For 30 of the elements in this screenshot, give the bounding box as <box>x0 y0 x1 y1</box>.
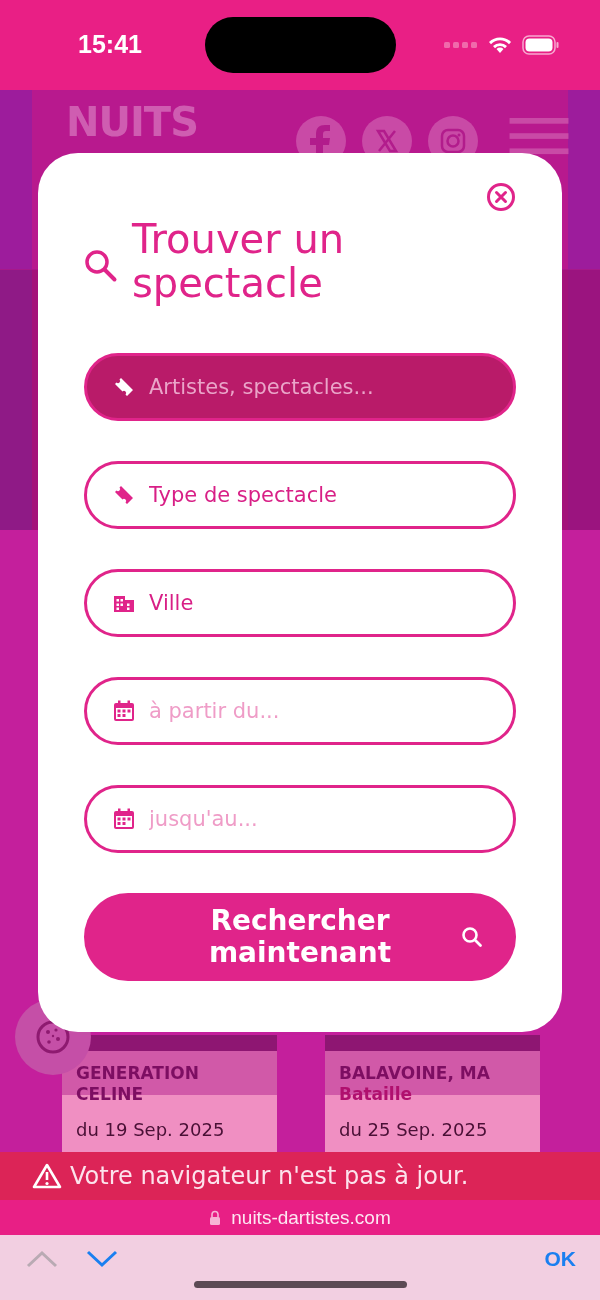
card-title: GENERATION CELINE <box>76 1063 200 1105</box>
status-time: 15:41 <box>78 29 142 59</box>
battery-icon <box>522 35 560 55</box>
calendar-icon <box>112 807 136 831</box>
card-title: BALAVOINE, MA Bataille <box>339 1063 491 1105</box>
menu-icon[interactable] <box>508 118 570 156</box>
url-text[interactable]: nuits-dartistes.com <box>231 1206 391 1229</box>
lock-icon <box>209 1210 222 1225</box>
card-date: du 25 Sep. 2025 <box>339 1119 489 1140</box>
event-card[interactable]: GENERATION CELINE du 19 Sep. 2025 <box>62 1035 277 1152</box>
calendar-icon <box>112 699 136 723</box>
wifi-icon <box>488 36 512 54</box>
input-field[interactable]: jusqu'au... <box>84 785 516 853</box>
warning-icon <box>32 1163 62 1189</box>
search-icon <box>460 925 484 949</box>
signal-icon <box>444 41 478 49</box>
warning-text: Votre navigateur n'est pas à jour. <box>70 1162 469 1190</box>
search-button[interactable]: Rechercher maintenant <box>84 893 516 981</box>
input-field[interactable]: à partir du... <box>84 677 516 745</box>
event-card[interactable]: BALAVOINE, MA Bataille du 25 Sep. 2025 <box>325 1035 540 1152</box>
search-icon <box>84 249 118 283</box>
input-field[interactable]: Artistes, spectacles... <box>84 353 516 421</box>
card-date: du 19 Sep. 2025 <box>76 1119 226 1140</box>
dialog-title: Trouver un spectacle <box>132 217 346 305</box>
input-field[interactable]: Type de spectacle <box>84 461 516 529</box>
close-icon[interactable] <box>486 182 516 212</box>
input-field[interactable]: Ville <box>84 569 516 637</box>
done-button[interactable]: OK <box>544 1246 576 1271</box>
cookie-icon <box>36 1020 70 1054</box>
next-button[interactable] <box>86 1249 118 1268</box>
